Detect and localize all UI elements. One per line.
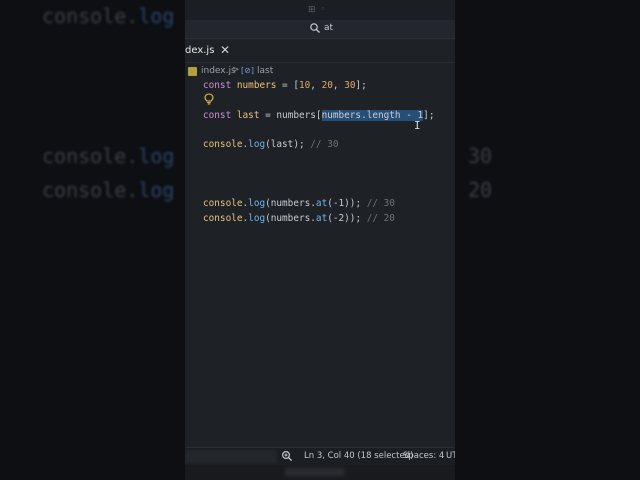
- search-icon: [310, 23, 320, 33]
- text-cursor-icon: I: [414, 119, 421, 132]
- function-name: log: [248, 198, 266, 209]
- comment: // 30: [310, 139, 339, 150]
- identifier: console: [203, 139, 243, 150]
- bg-text: console.: [42, 4, 139, 28]
- identifier: last: [236, 110, 260, 121]
- bg-text: console.: [42, 178, 139, 202]
- command-search-bar[interactable]: at: [185, 20, 455, 39]
- function-name: log: [248, 139, 266, 150]
- blurred-status-items: [185, 450, 277, 463]
- encoding-status[interactable]: UT: [446, 451, 455, 461]
- bracket: ];: [423, 110, 435, 121]
- bg-keyword: log: [138, 144, 175, 168]
- arguments: (-2));: [327, 213, 367, 224]
- background-code-line-1: console.log: [42, 4, 174, 28]
- background-value-30: 30: [468, 144, 493, 168]
- bracket: ];: [355, 80, 367, 91]
- arguments: (last);: [265, 139, 311, 150]
- background-value-20: 20: [468, 178, 493, 202]
- number-literal: 30: [344, 80, 356, 91]
- search-query-text: at: [324, 23, 334, 33]
- method-name: at: [315, 198, 328, 209]
- number-literal: 10: [299, 80, 311, 91]
- code-line-9[interactable]: console.log(numbers.at(-1)); // 30: [203, 198, 395, 209]
- background-code-line-2: console.log: [42, 144, 174, 168]
- indentation-status[interactable]: Spaces: 4: [403, 451, 444, 461]
- code-editor-window: ⊞ ◦ at dex.js ✕ index.js > [⊘] last cons…: [185, 0, 455, 480]
- title-bar-indicator: ⊞ ◦: [308, 5, 327, 15]
- status-bar: Ln 3, Col 40 (18 selected) Spaces: 4 UT: [185, 447, 455, 465]
- code-line-10[interactable]: console.log(numbers.at(-2)); // 20: [203, 213, 395, 224]
- breadcrumb-separator: >: [232, 65, 240, 75]
- cursor-position-status[interactable]: Ln 3, Col 40 (18 selected): [304, 451, 413, 461]
- code-line-3[interactable]: const last = numbers[numbers.length - 1]…: [203, 110, 434, 121]
- close-icon[interactable]: ✕: [220, 43, 230, 57]
- keyword: const: [203, 80, 232, 91]
- argument-expression: (numbers.: [265, 198, 316, 209]
- arguments: (-1));: [327, 198, 367, 209]
- operator: =: [276, 80, 294, 91]
- comment: // 30: [366, 198, 395, 209]
- comment: // 20: [366, 213, 395, 224]
- tab-index-js[interactable]: dex.js ✕: [185, 40, 243, 62]
- lightbulb-icon[interactable]: [204, 93, 214, 105]
- argument-expression: (numbers.: [265, 213, 316, 224]
- title-bar: ⊞ ◦: [185, 0, 455, 20]
- background-code-line-3: console.log: [42, 178, 174, 202]
- bg-keyword: log: [138, 178, 175, 202]
- identifier: console: [203, 213, 243, 224]
- zoom-icon[interactable]: [281, 450, 293, 462]
- keyword: const: [203, 110, 232, 121]
- bg-text: console.: [42, 144, 139, 168]
- comma: ,: [332, 80, 345, 91]
- breadcrumb-file[interactable]: index.js: [201, 66, 236, 76]
- method-name: at: [315, 213, 328, 224]
- video-frame: console.log console.log 30 console.log 2…: [0, 0, 640, 480]
- number-literal: 20: [321, 80, 333, 91]
- identifier: numbers: [236, 80, 277, 91]
- bottom-bar: [185, 465, 455, 480]
- blurred-bottom-items: [285, 468, 345, 476]
- breadcrumb: index.js > [⊘] last: [185, 64, 455, 80]
- expression: = numbers[: [259, 110, 322, 121]
- tab-bar: dex.js ✕: [185, 40, 455, 63]
- variable-symbol-icon: [⊘]: [241, 66, 254, 75]
- js-file-icon: [188, 67, 197, 76]
- code-line-1[interactable]: const numbers = [10, 20, 30];: [203, 80, 367, 91]
- function-name: log: [248, 213, 266, 224]
- identifier: console: [203, 198, 243, 209]
- tab-label: dex.js: [185, 45, 215, 56]
- comma: ,: [310, 80, 322, 91]
- breadcrumb-symbol[interactable]: last: [257, 66, 273, 76]
- selected-text[interactable]: numbers.length - 1: [321, 110, 424, 121]
- bg-keyword: log: [138, 4, 175, 28]
- code-line-5[interactable]: console.log(last); // 30: [203, 139, 339, 150]
